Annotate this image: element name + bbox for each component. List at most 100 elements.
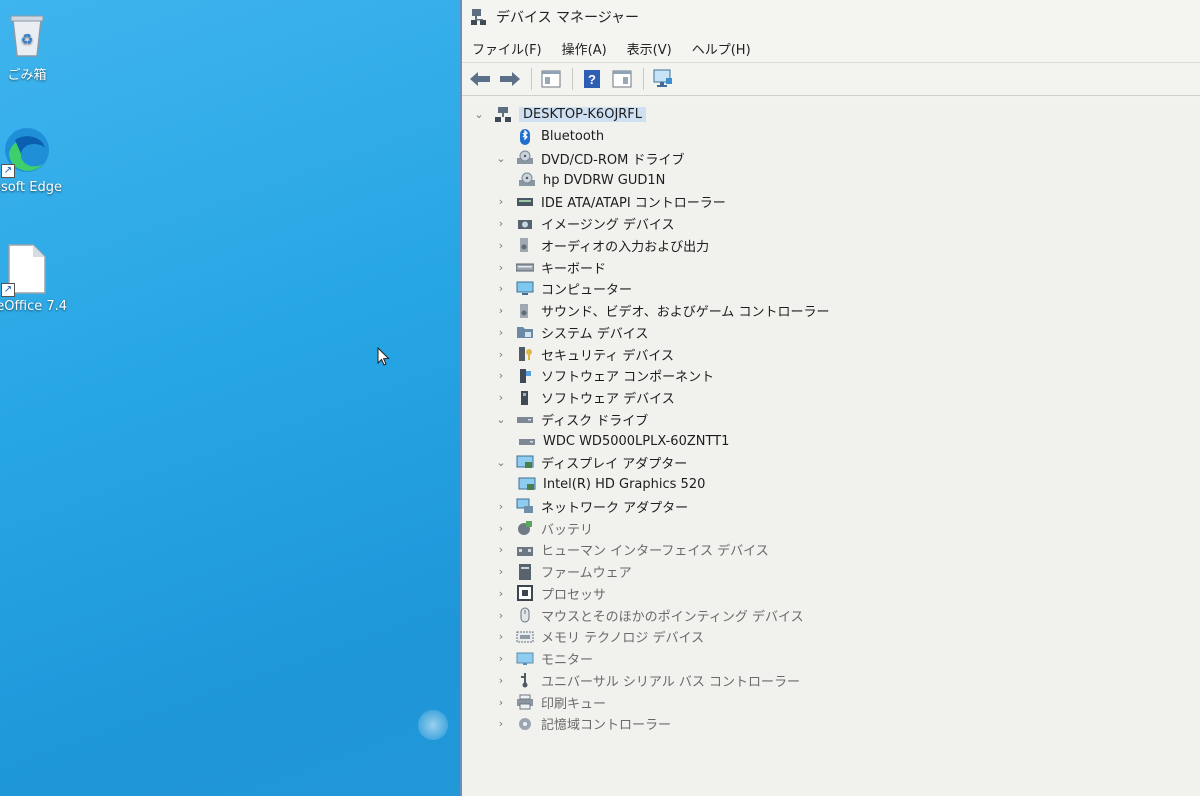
tree-item-dvd-drive[interactable]: ⌄ DVD/CD-ROM ドライブ xyxy=(494,148,684,169)
tree-item-display-adapter[interactable]: Intel(R) HD Graphics 520 xyxy=(518,474,705,495)
help-icon[interactable]: ? xyxy=(578,66,606,92)
tree-item-label: キーボード xyxy=(541,261,607,277)
tree-item-network[interactable]: › ネットワーク アダプター xyxy=(494,496,688,517)
chevron-right-icon[interactable]: › xyxy=(494,565,508,578)
back-arrow-icon[interactable] xyxy=(466,66,494,92)
tree-item-memory[interactable]: › メモリ テクノロジ デバイス xyxy=(494,626,704,647)
desktop-icon-recycle-bin[interactable]: ♻ ごみ箱 xyxy=(0,8,72,83)
chevron-right-icon[interactable]: › xyxy=(494,326,508,339)
tree-item-software-component[interactable]: › ソフトウェア コンポーネント xyxy=(494,365,714,386)
chevron-right-icon[interactable]: › xyxy=(494,391,508,404)
software-component-icon xyxy=(516,368,534,384)
title-bar[interactable]: デバイス マネージャー xyxy=(462,0,1200,34)
tree-item-label: オーディオの入力および出力 xyxy=(541,239,710,255)
tree-item-disk-drive[interactable]: WDC WD5000LPLX-60ZNTT1 xyxy=(518,431,729,452)
tree-item-software-device[interactable]: › ソフトウェア デバイス xyxy=(494,387,675,408)
desktop-icon-libreoffice[interactable]: ↗ breOffice 7.4 xyxy=(0,243,70,314)
tree-item-bluetooth[interactable]: Bluetooth xyxy=(494,126,604,147)
tree-item-label: ソフトウェア コンポーネント xyxy=(541,370,715,386)
view-icon[interactable] xyxy=(608,66,636,92)
tree-item-speaker[interactable]: › オーディオの入力および出力 xyxy=(494,235,709,256)
device-tree[interactable]: ⌄ DESKTOP-K6OJRFL Bluetooth ⌄ DVD/CD-ROM ド… xyxy=(462,99,1200,796)
tree-item-label: ネットワーク アダプター xyxy=(541,500,689,516)
chevron-right-icon[interactable]: › xyxy=(494,674,508,687)
ide-controller-icon xyxy=(516,194,534,210)
chevron-right-icon[interactable]: › xyxy=(494,522,508,535)
tree-item-label: 印刷キュー xyxy=(541,696,607,712)
tree-item-camera[interactable]: › イメージング デバイス xyxy=(494,213,675,234)
tree-item-ide-controller[interactable]: › IDE ATA/ATAPI コントローラー xyxy=(494,191,726,212)
security-key-icon xyxy=(516,346,534,362)
tree-item-mouse[interactable]: › マウスとそのほかのポインティング デバイス xyxy=(494,605,804,626)
chevron-right-icon[interactable]: › xyxy=(494,217,508,230)
network-icon xyxy=(516,498,534,514)
tree-item-disk-drive[interactable]: ⌄ ディスク ドライブ xyxy=(494,409,648,430)
tree-item-security-key[interactable]: › セキュリティ デバイス xyxy=(494,344,674,365)
chevron-right-icon[interactable]: › xyxy=(494,348,508,361)
tree-item-label: コンピューター xyxy=(541,283,633,299)
tree-item-firmware[interactable]: › ファームウェア xyxy=(494,561,632,582)
desktop-icon-label: breOffice 7.4 xyxy=(0,299,68,314)
menu-bar: ファイル(F) 操作(A) 表示(V) ヘルプ(H) xyxy=(462,34,1200,62)
bluetooth-icon xyxy=(516,128,534,145)
tree-item-monitor[interactable]: › モニター xyxy=(494,648,593,669)
tree-item-printer[interactable]: › 印刷キュー xyxy=(494,692,606,713)
chevron-right-icon[interactable]: › xyxy=(494,369,508,382)
tree-item-usb[interactable]: › ユニバーサル シリアル バス コントローラー xyxy=(494,670,800,691)
forward-arrow-icon[interactable] xyxy=(496,66,524,92)
svg-text:?: ? xyxy=(588,72,596,87)
tree-root-label: DESKTOP-K6OJRFL xyxy=(519,107,647,122)
tree-item-processor[interactable]: › プロセッサ xyxy=(494,583,606,604)
tree-item-label: ディスク ドライブ xyxy=(541,413,649,429)
chevron-right-icon[interactable]: › xyxy=(494,239,508,252)
display-adapter-icon xyxy=(518,477,536,493)
tree-item-label: hp DVDRW GUD1N xyxy=(543,172,666,188)
libreoffice-icon: ↗ xyxy=(0,243,51,297)
monitor-scan-icon[interactable] xyxy=(649,66,677,92)
toolbar-separator xyxy=(531,68,532,90)
tree-item-label: メモリ テクノロジ デバイス xyxy=(541,631,705,647)
menu-action[interactable]: 操作(A) xyxy=(562,39,607,58)
chevron-right-icon[interactable]: › xyxy=(494,261,508,274)
tree-item-battery[interactable]: › バッテリ xyxy=(494,518,593,539)
tree-item-computer[interactable]: › コンピューター xyxy=(494,278,632,299)
chevron-down-icon[interactable]: ⌄ xyxy=(494,456,508,469)
tree-item-hid[interactable]: › ヒューマン インターフェイス デバイス xyxy=(494,539,769,560)
chevron-down-icon[interactable]: ⌄ xyxy=(494,152,508,165)
tree-item-folder-chip[interactable]: › システム デバイス xyxy=(494,322,649,343)
chevron-right-icon[interactable]: › xyxy=(494,609,508,622)
mouse-cursor-icon xyxy=(377,346,391,367)
tree-item-speaker[interactable]: › サウンド、ビデオ、およびゲーム コントローラー xyxy=(494,300,829,321)
chevron-right-icon[interactable]: › xyxy=(494,696,508,709)
chevron-right-icon[interactable]: › xyxy=(494,282,508,295)
properties-icon[interactable] xyxy=(537,66,565,92)
chevron-right-icon[interactable]: › xyxy=(494,717,508,730)
chevron-down-icon[interactable]: ⌄ xyxy=(472,108,486,121)
tree-item-display-adapter[interactable]: ⌄ ディスプレイ アダプター xyxy=(494,452,687,473)
chevron-right-icon[interactable]: › xyxy=(494,630,508,643)
chevron-right-icon[interactable]: › xyxy=(494,304,508,317)
desktop-icon-edge[interactable]: ↗ rosoft Edge xyxy=(0,124,70,195)
device-manager-window[interactable]: デバイス マネージャー ファイル(F) 操作(A) 表示(V) ヘルプ(H) ? xyxy=(460,0,1200,796)
tree-item-label: セキュリティ デバイス xyxy=(541,348,674,364)
menu-file[interactable]: ファイル(F) xyxy=(472,39,542,58)
chevron-down-icon[interactable]: ⌄ xyxy=(494,413,508,426)
chevron-right-icon[interactable]: › xyxy=(494,195,508,208)
chevron-right-icon[interactable]: › xyxy=(494,587,508,600)
software-device-icon xyxy=(516,390,534,406)
tree-item-dvd-drive[interactable]: hp DVDRW GUD1N xyxy=(518,170,665,191)
menu-view[interactable]: 表示(V) xyxy=(627,39,672,58)
chevron-right-icon[interactable]: › xyxy=(494,500,508,513)
tree-item-storage-controller[interactable]: › 記憶域コントローラー xyxy=(494,713,671,734)
dvd-drive-icon xyxy=(518,172,536,188)
tree-item-label: 記憶域コントローラー xyxy=(541,718,672,734)
display-adapter-icon xyxy=(516,455,534,471)
chevron-right-icon[interactable]: › xyxy=(494,652,508,665)
window-title: デバイス マネージャー xyxy=(496,10,640,26)
tree-root[interactable]: ⌄ DESKTOP-K6OJRFL xyxy=(472,104,647,125)
tree-item-label: Bluetooth xyxy=(541,129,605,144)
tree-item-keyboard[interactable]: › キーボード xyxy=(494,257,606,278)
processor-icon xyxy=(516,585,534,602)
menu-help[interactable]: ヘルプ(H) xyxy=(692,39,751,58)
chevron-right-icon[interactable]: › xyxy=(494,543,508,556)
